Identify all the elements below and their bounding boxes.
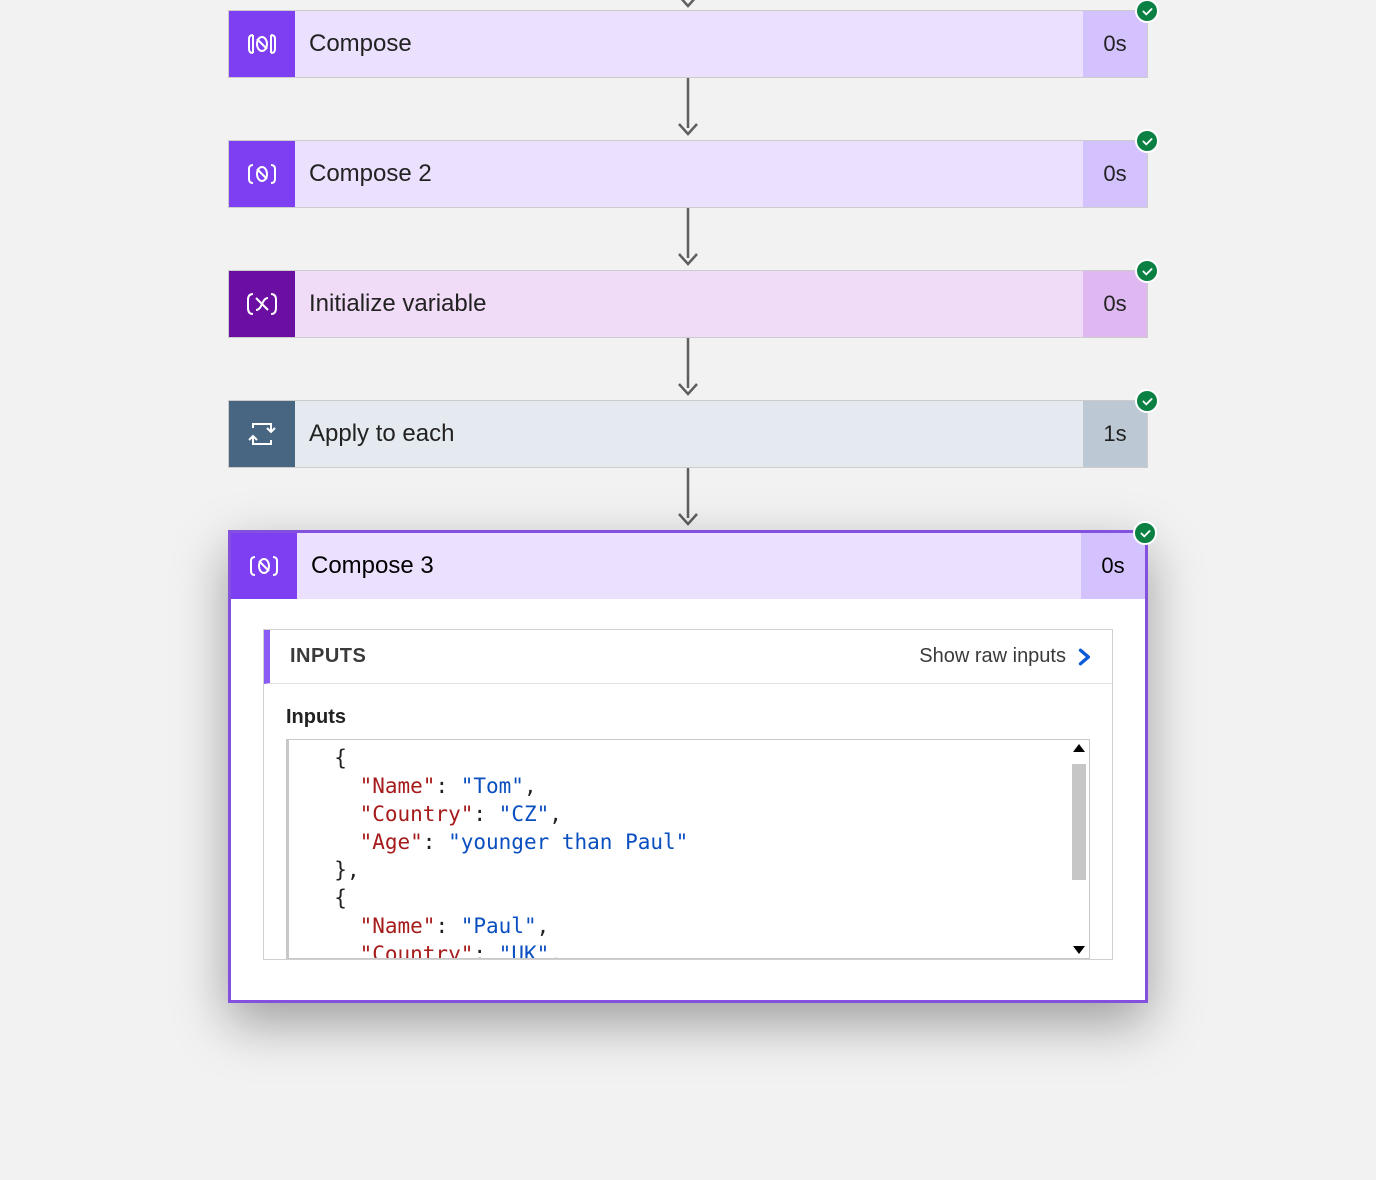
success-badge-icon [1135,129,1159,153]
flow-arrow [0,338,1376,400]
show-raw-inputs-text: Show raw inputs [919,645,1066,668]
variable-icon [229,271,295,337]
step-applyeach-duration: 1s [1083,401,1147,467]
inputs-panel: INPUTS Show raw inputs Inputs { "Name": … [263,629,1113,960]
success-badge-icon [1133,521,1157,545]
compose-icon [229,141,295,207]
step-compose2-label: Compose 2 [295,141,1083,207]
scroll-up-icon[interactable] [1073,744,1085,752]
flow-arrow [0,78,1376,140]
inputs-panel-title: INPUTS [270,645,366,668]
step-compose-duration: 0s [1083,11,1147,77]
step-initvar-duration: 0s [1083,271,1147,337]
inputs-json-content[interactable]: { "Name": "Tom", "Country": "CZ", "Age":… [289,740,1069,958]
scroll-down-icon[interactable] [1073,946,1085,954]
step-apply-to-each[interactable]: Apply to each 1s [228,400,1148,468]
scrollbar[interactable] [1069,740,1089,958]
flow-arrow [0,208,1376,270]
step-compose2-duration: 0s [1083,141,1147,207]
success-badge-icon [1135,389,1159,413]
compose-icon [229,11,295,77]
flow-arrow-top-stub [0,0,1376,10]
step-initialize-variable[interactable]: Initialize variable 0s [228,270,1148,338]
loop-icon [229,401,295,467]
step-compose2[interactable]: Compose 2 0s [228,140,1148,208]
chevron-right-icon [1076,648,1094,666]
step-compose3-header[interactable]: Compose 3 0s [231,533,1145,599]
scroll-track[interactable] [1072,756,1086,942]
step-compose3-duration: 0s [1081,533,1145,599]
step-compose[interactable]: Compose 0s [228,10,1148,78]
inputs-json-box: { "Name": "Tom", "Country": "CZ", "Age":… [286,739,1090,959]
step-compose3: Compose 3 0s INPUTS Show raw inputs [228,530,1148,1003]
scroll-thumb[interactable] [1072,764,1086,880]
step-initvar-label: Initialize variable [295,271,1083,337]
success-badge-icon [1135,259,1159,283]
success-badge-icon [1135,0,1159,23]
inputs-sub-label: Inputs [286,706,1090,729]
step-applyeach-label: Apply to each [295,401,1083,467]
show-raw-inputs-link[interactable]: Show raw inputs [919,645,1094,668]
step-compose-label: Compose [295,11,1083,77]
step-compose3-label: Compose 3 [297,533,1081,599]
flow-arrow [0,468,1376,530]
compose-icon [231,533,297,599]
